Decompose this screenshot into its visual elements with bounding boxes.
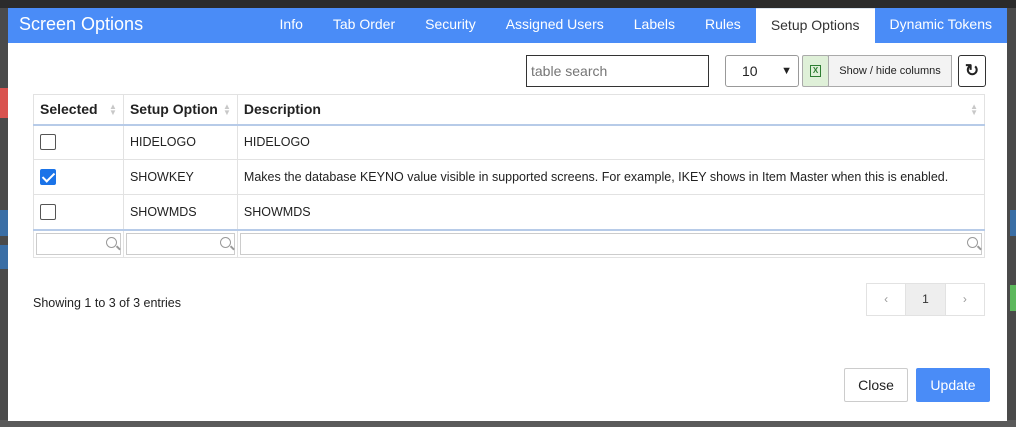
tab-rules[interactable]: Rules bbox=[690, 8, 756, 43]
setup-option-cell: SHOWMDS bbox=[122, 194, 238, 230]
background-app-strip bbox=[0, 88, 8, 118]
previous-page-button[interactable]: ‹ bbox=[867, 284, 905, 315]
show-hide-columns-button[interactable]: Show / hide columns bbox=[828, 55, 952, 87]
background-app-strip bbox=[0, 245, 8, 269]
background-app-topbar bbox=[0, 0, 1016, 8]
tab-info[interactable]: Info bbox=[265, 8, 318, 43]
filter-description-input[interactable] bbox=[239, 232, 982, 255]
setup-options-table: Selected ▲ ▼ Setup Option ▲ ▼ Description ▲ ▼ … bbox=[33, 94, 986, 258]
tab-bar: Info Tab Order Security Assigned Users L… bbox=[265, 8, 1007, 43]
description-cell: SHOWMDS bbox=[236, 194, 986, 230]
column-header-setup-option[interactable]: Setup Option ▲ ▼ bbox=[122, 94, 238, 126]
column-header-selected[interactable]: Selected ▲ ▼ bbox=[33, 94, 124, 126]
row-select-checkbox[interactable] bbox=[40, 169, 56, 185]
setup-option-cell: SHOWKEY bbox=[122, 159, 238, 195]
chevron-down-icon: ▼ bbox=[781, 65, 792, 77]
table-row: SHOWKEY Makes the database KEYNO value v… bbox=[33, 159, 986, 195]
table-info: Showing 1 to 3 of 3 entries bbox=[33, 296, 182, 310]
page-1-button[interactable]: 1 bbox=[905, 284, 946, 315]
description-cell: HIDELOGO bbox=[236, 124, 986, 160]
table-row: SHOWMDS SHOWMDS bbox=[33, 194, 986, 230]
tab-setup-options[interactable]: Setup Options bbox=[755, 8, 875, 43]
column-header-description[interactable]: Description ▲ ▼ bbox=[236, 94, 986, 126]
update-button[interactable]: Update bbox=[916, 368, 990, 402]
tab-assigned-users[interactable]: Assigned Users bbox=[491, 8, 619, 43]
filter-setup-option-input[interactable] bbox=[125, 232, 235, 255]
next-page-button[interactable]: › bbox=[946, 284, 984, 315]
search-icon bbox=[105, 236, 117, 248]
page-size-select[interactable]: 10 ▼ bbox=[725, 55, 799, 87]
excel-icon: X bbox=[810, 65, 821, 77]
filter-selected-input[interactable] bbox=[36, 232, 121, 255]
table-row: HIDELOGO HIDELOGO bbox=[33, 124, 986, 160]
background-app-strip bbox=[0, 210, 8, 236]
tab-tab-order[interactable]: Tab Order bbox=[318, 8, 410, 43]
tab-labels[interactable]: Labels bbox=[619, 8, 690, 43]
setup-option-cell: HIDELOGO bbox=[122, 124, 238, 160]
export-excel-button[interactable]: X bbox=[802, 55, 829, 87]
row-select-checkbox[interactable] bbox=[40, 134, 56, 151]
sort-icon: ▲ ▼ bbox=[970, 102, 978, 117]
page-size-value: 10 bbox=[742, 63, 758, 79]
background-app-strip bbox=[1010, 210, 1016, 236]
background-app-strip bbox=[1010, 285, 1016, 311]
modal-title: Screen Options bbox=[19, 14, 144, 34]
description-cell: Makes the database KEYNO value visible i… bbox=[236, 159, 986, 195]
refresh-button[interactable]: ↻ bbox=[958, 55, 986, 87]
background-app-bottom bbox=[0, 420, 1016, 427]
screen-options-modal: Screen Options Info Tab Order Security A… bbox=[8, 8, 1007, 421]
sort-icon: ▲ ▼ bbox=[222, 102, 231, 117]
row-select-checkbox[interactable] bbox=[40, 203, 56, 220]
search-icon bbox=[967, 236, 978, 248]
table-search-input[interactable] bbox=[526, 55, 709, 87]
search-icon bbox=[219, 236, 231, 248]
refresh-icon: ↻ bbox=[964, 61, 980, 80]
pagination: ‹ 1 › bbox=[866, 283, 985, 316]
sort-icon: ▲ ▼ bbox=[109, 102, 117, 117]
tab-dynamic-tokens[interactable]: Dynamic Tokens bbox=[875, 8, 1007, 43]
close-button[interactable]: Close bbox=[844, 368, 908, 402]
modal-header: Screen Options Info Tab Order Security A… bbox=[8, 8, 1007, 43]
tab-security[interactable]: Security bbox=[410, 8, 491, 43]
column-filter-row bbox=[33, 228, 986, 258]
